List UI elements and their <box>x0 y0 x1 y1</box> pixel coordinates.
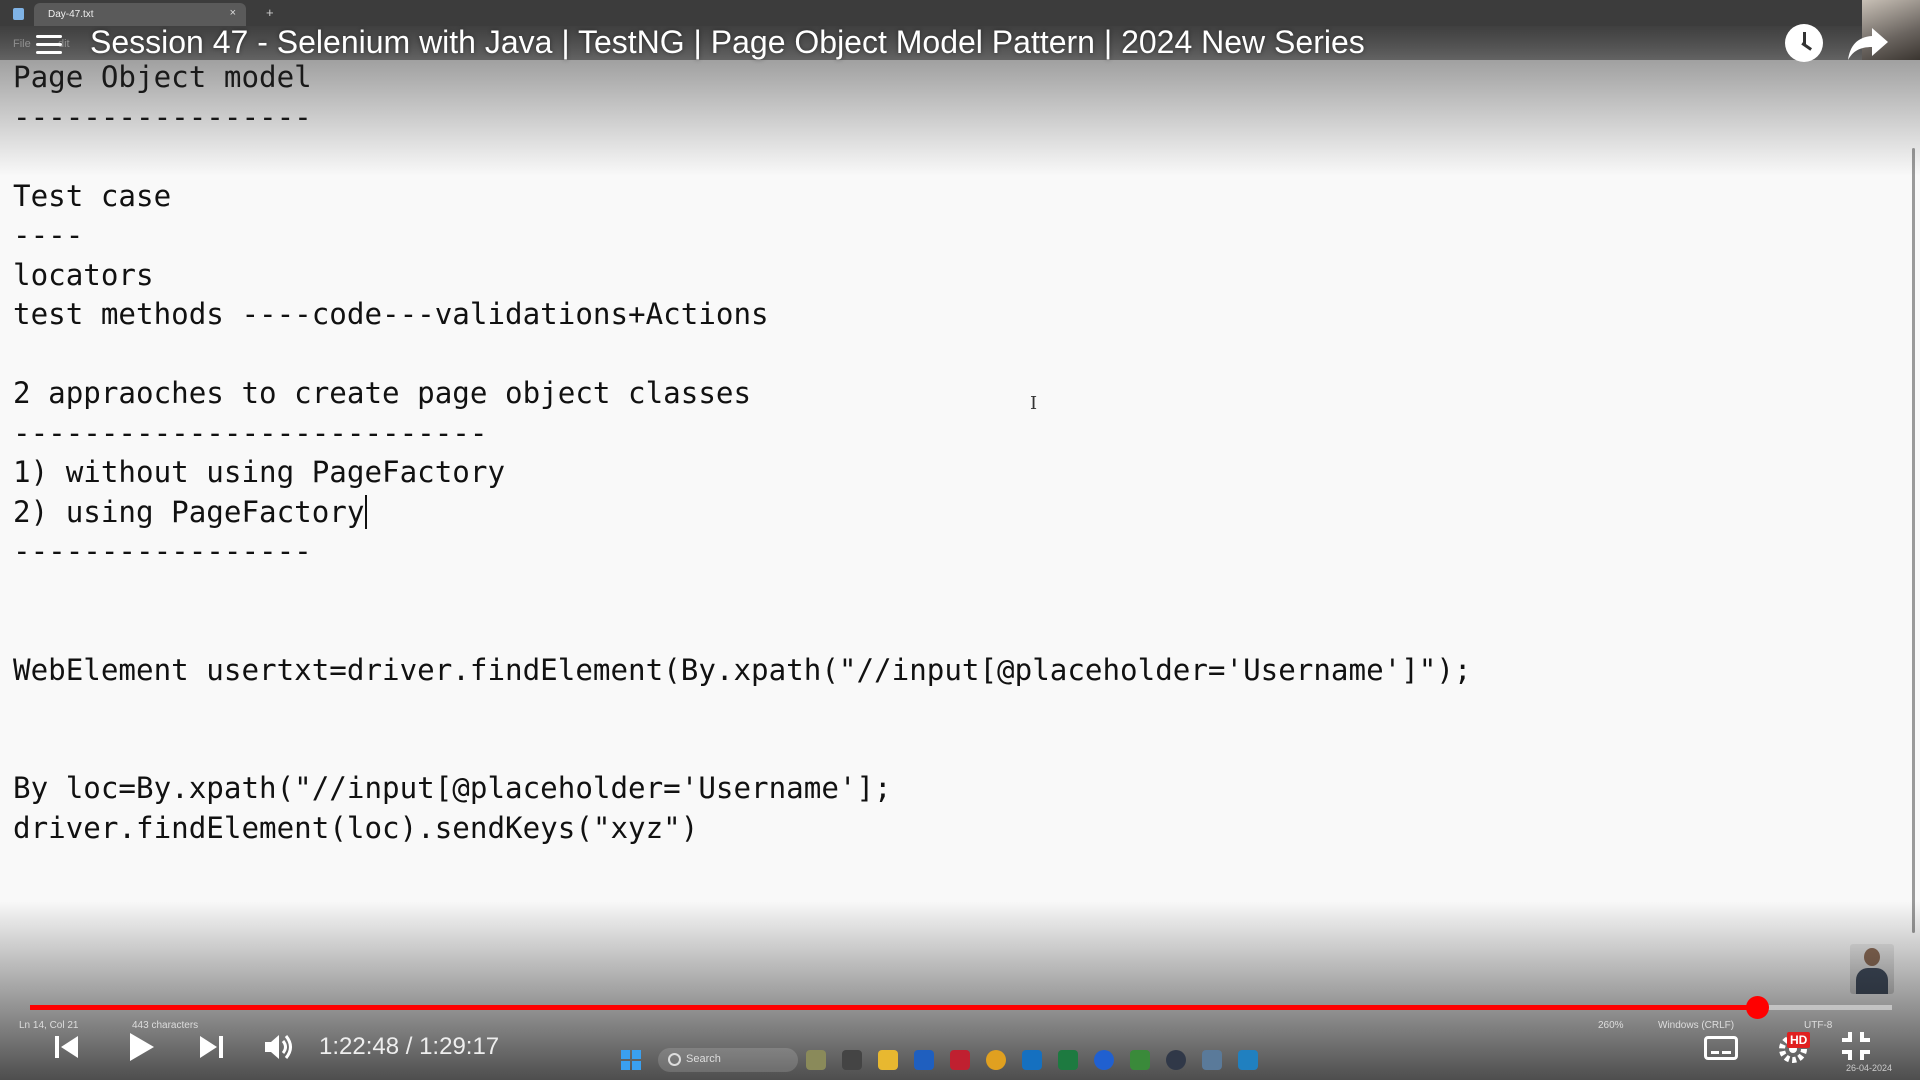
taskbar-date: 26-04-2024 <box>1846 1063 1893 1073</box>
progress-played <box>30 1005 1757 1010</box>
menu-icon[interactable] <box>36 35 64 57</box>
time-display: 1:22:48 / 1:29:17 <box>319 1033 500 1060</box>
text-cursor-icon: I <box>1030 393 1038 414</box>
taskbar-app-icon[interactable] <box>1166 1050 1186 1070</box>
line-ending[interactable]: Windows (CRLF) <box>1658 1020 1734 1031</box>
watch-later-icon[interactable] <box>1785 24 1823 62</box>
editor-line: ----------------- <box>13 99 312 134</box>
vertical-scrollbar[interactable] <box>1912 148 1915 933</box>
notepad-tab-strip: Day-47.txt × + <box>0 0 1920 26</box>
zoom-level[interactable]: 260% <box>1598 1020 1624 1031</box>
presenter-thumbnail <box>1850 944 1894 994</box>
taskbar-app-icon[interactable] <box>1094 1050 1114 1070</box>
previous-icon[interactable] <box>52 1030 82 1064</box>
play-icon[interactable] <box>124 1030 158 1064</box>
editor-line: By loc=By.xpath("//input[@placeholder='U… <box>13 771 892 805</box>
taskbar-app-icon[interactable] <box>806 1050 826 1070</box>
editor-line: WebElement usertxt=driver.findElement(By… <box>13 652 1472 687</box>
outlook-icon[interactable] <box>1022 1050 1042 1070</box>
editor-line: ---- <box>13 218 84 252</box>
editor-line: 2) using PageFactory <box>13 493 1893 533</box>
windows-taskbar: Search <box>616 1044 1296 1076</box>
tab-day-47[interactable]: Day-47.txt × <box>34 3 246 26</box>
taskbar-app-icon[interactable] <box>1130 1050 1150 1070</box>
tab-title: Day-47.txt <box>48 9 94 20</box>
search-icon <box>668 1053 681 1066</box>
taskbar-search[interactable]: Search <box>658 1048 798 1072</box>
editor-line: ----------------- <box>13 534 312 568</box>
volume-icon[interactable] <box>262 1030 296 1064</box>
editor-text-area[interactable]: Page Object model ----------------- Test c… <box>13 58 1893 848</box>
editor-line: Test case <box>13 178 172 213</box>
shield-icon[interactable] <box>950 1050 970 1070</box>
taskbar-app-icon[interactable] <box>914 1050 934 1070</box>
menu-file[interactable]: File <box>13 38 31 50</box>
windows-start-icon[interactable] <box>621 1050 641 1070</box>
close-icon[interactable]: × <box>230 7 236 19</box>
share-icon[interactable] <box>1846 24 1890 64</box>
text-caret <box>365 494 368 529</box>
notepad-taskbar-icon[interactable] <box>1202 1050 1222 1070</box>
editor-line: Page Object model <box>13 60 312 94</box>
editor-line: driver.findElement(loc).sendKeys("xyz") <box>13 810 699 845</box>
editor-line: test methods ----code---validations+Acti… <box>13 297 769 331</box>
add-tab-button[interactable]: + <box>266 5 274 20</box>
editor-line: 2 appraoches to create page object class… <box>13 376 752 410</box>
taskbar-app-icon[interactable] <box>842 1050 862 1070</box>
next-icon[interactable] <box>196 1030 226 1064</box>
editor-line: --------------------------- <box>13 415 488 450</box>
hd-badge: HD <box>1787 1032 1811 1048</box>
folder-icon[interactable] <box>878 1050 898 1070</box>
subtitles-icon[interactable] <box>1704 1036 1738 1060</box>
exit-fullscreen-icon[interactable] <box>1840 1030 1872 1062</box>
scrubber-handle[interactable] <box>1746 996 1769 1019</box>
editor-line: 1) without using PageFactory <box>13 455 506 489</box>
progress-bar[interactable] <box>30 996 1892 1019</box>
chrome-icon[interactable] <box>986 1050 1006 1070</box>
editor-line: locators <box>13 257 154 292</box>
taskbar-app-icon[interactable] <box>1238 1050 1258 1070</box>
excel-icon[interactable] <box>1058 1050 1078 1070</box>
video-title[interactable]: Session 47 - Selenium with Java | TestNG… <box>90 24 1365 61</box>
taskbar-search-label: Search <box>686 1053 721 1065</box>
notepad-icon <box>13 8 24 20</box>
